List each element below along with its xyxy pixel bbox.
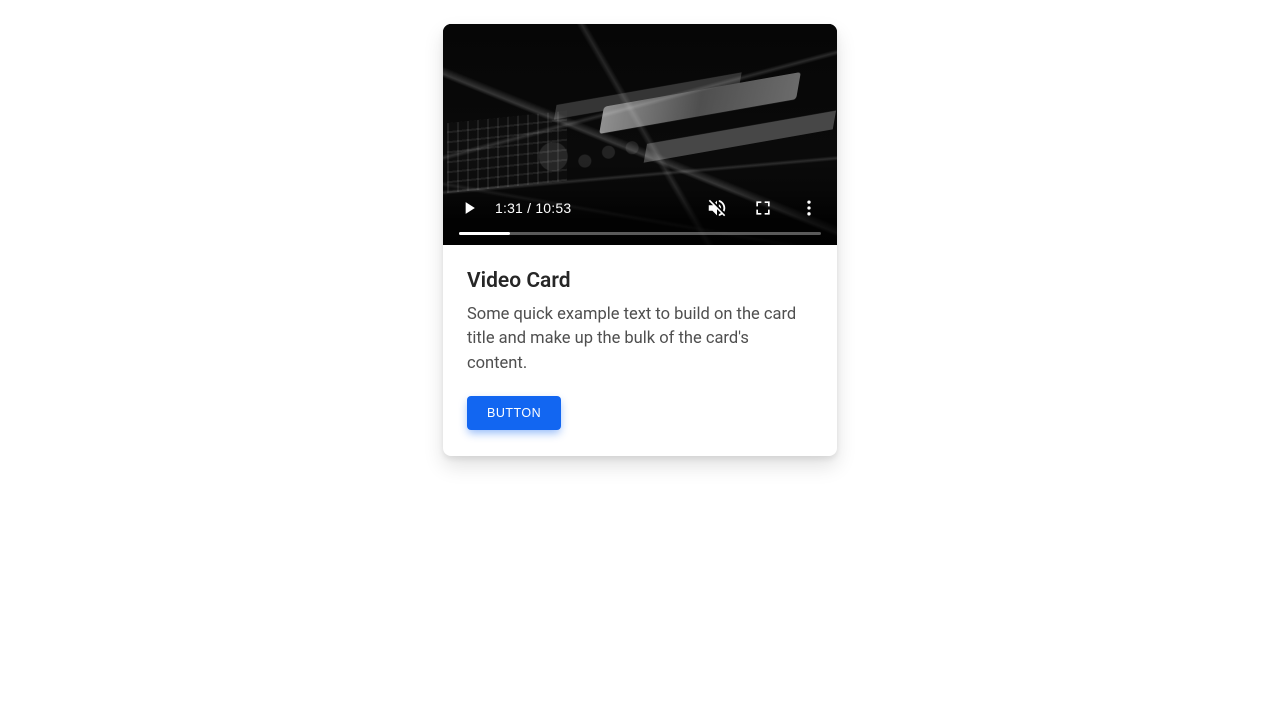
card-title: Video Card [467,269,813,293]
card-body: Video Card Some quick example text to bu… [443,245,837,456]
mute-icon[interactable] [705,196,729,220]
card-text: Some quick example text to build on the … [467,303,813,376]
video-time-display: 1:31 / 10:53 [495,200,571,216]
card-button[interactable]: Button [467,396,561,430]
play-icon[interactable] [457,196,481,220]
fullscreen-icon[interactable] [751,196,775,220]
video-card: 1:31 / 10:53 [443,24,837,456]
more-icon[interactable] [797,196,821,220]
video-player[interactable]: 1:31 / 10:53 [443,24,837,245]
